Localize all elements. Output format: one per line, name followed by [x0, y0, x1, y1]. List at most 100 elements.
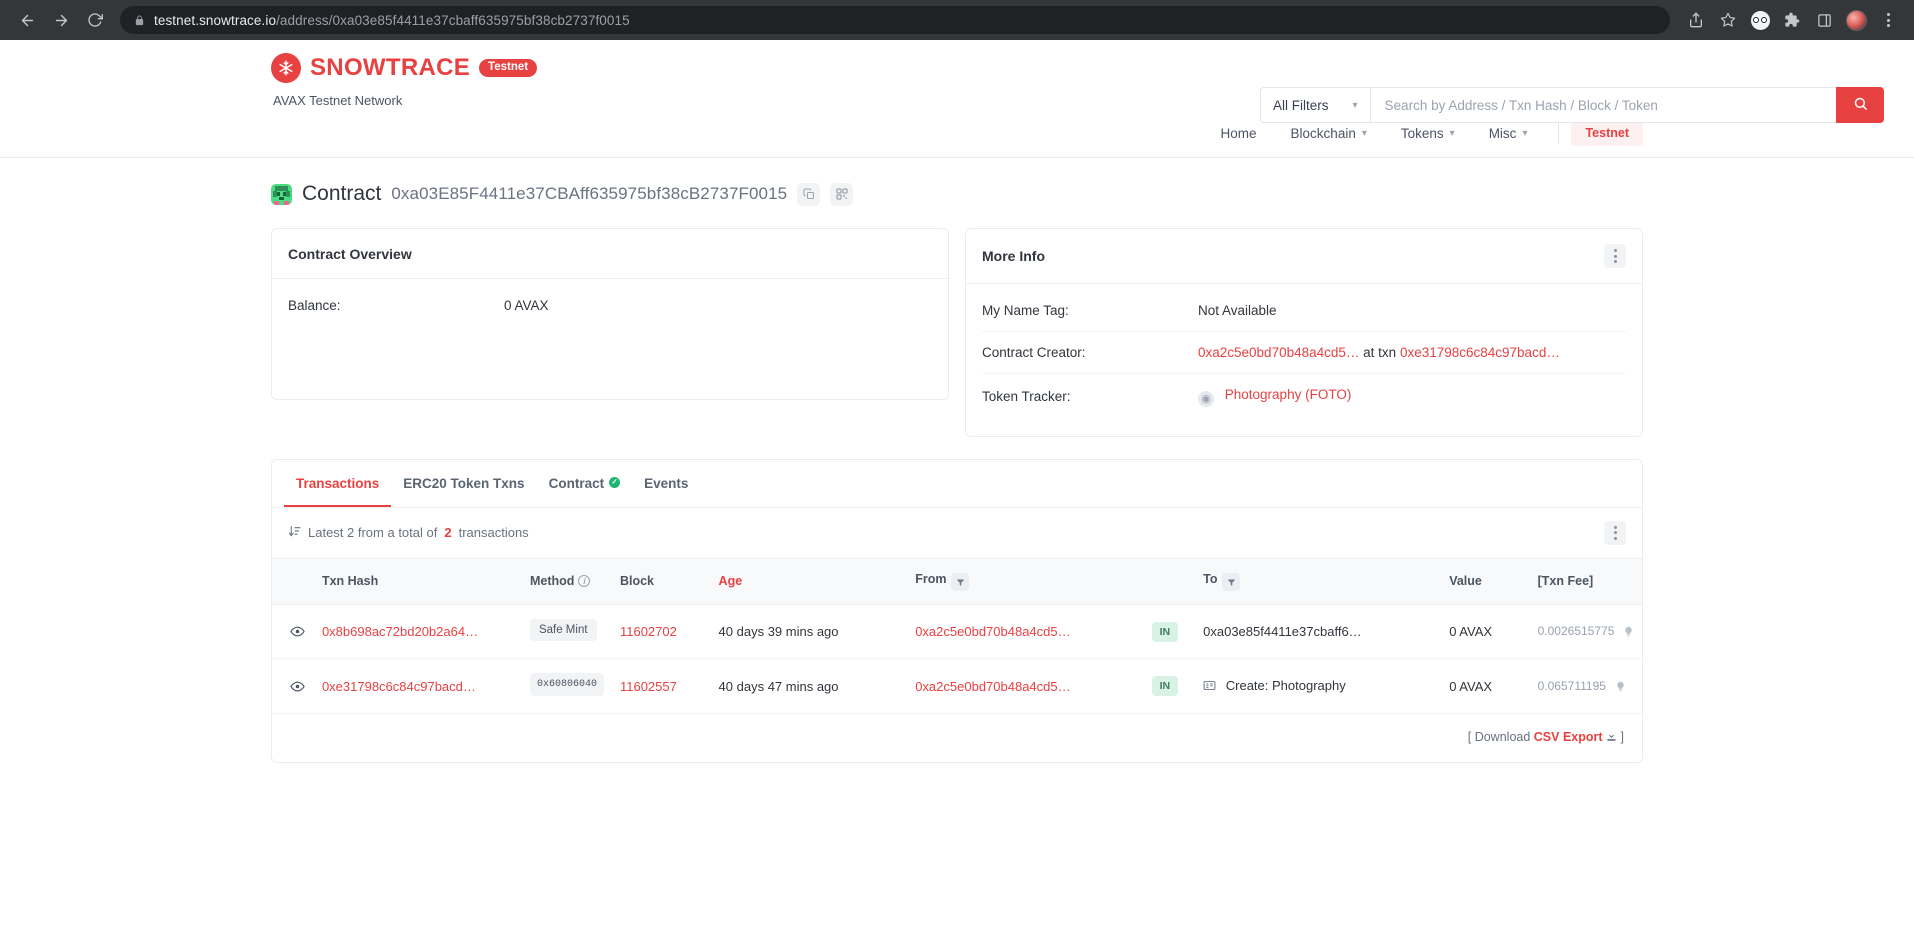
browser-menu-icon[interactable]	[1874, 6, 1902, 34]
profile-avatar-icon[interactable]	[1842, 6, 1870, 34]
eye-icon[interactable]	[290, 679, 306, 694]
sort-descending-icon[interactable]	[288, 525, 301, 541]
table-row[interactable]: 0xe31798c6c84c97bacd… 0x60806040 1160255…	[272, 658, 1642, 714]
token-tracker-value: ◉ Photography (FOTO)	[1198, 387, 1351, 407]
token-tracker-link[interactable]: Photography (FOTO)	[1225, 387, 1352, 402]
contract-creator-row: Contract Creator: 0xa2c5e0bd70b48a4cd5… …	[982, 331, 1626, 373]
brand-logo[interactable]: SNOWTRACE Testnet	[271, 53, 538, 83]
address-bar[interactable]: testnet.snowtrace.io/address/0xa03e85f44…	[120, 6, 1670, 34]
filter-icon[interactable]	[951, 573, 970, 591]
nav-divider	[1558, 122, 1560, 144]
lock-icon	[134, 14, 145, 26]
from-address-link[interactable]: 0xa2c5e0bd70b48a4cd5…	[915, 624, 1070, 639]
brand-name: SNOWTRACE	[310, 54, 471, 81]
search-bar: All Filters ▾	[1260, 87, 1884, 123]
more-options-icon[interactable]	[1604, 244, 1626, 268]
creator-txn-link[interactable]: 0xe31798c6c84c97bacd…	[1400, 345, 1560, 360]
token-tracker-label: Token Tracker:	[982, 389, 1071, 405]
block-link[interactable]: 11602702	[620, 624, 677, 639]
back-arrow-icon[interactable]	[12, 5, 42, 35]
search-icon	[1853, 96, 1868, 114]
balance-value: 0 AVAX	[504, 298, 549, 313]
col-txn-hash[interactable]: Txn Hash	[313, 557, 522, 605]
verified-check-icon: ✓	[609, 476, 621, 488]
col-method-label: Method	[529, 574, 575, 589]
contract-creator-label: Contract Creator:	[982, 345, 1086, 360]
col-to[interactable]: To	[1195, 557, 1442, 605]
nav-item-home[interactable]: Home	[1204, 121, 1274, 146]
row-block: 11602702	[611, 604, 711, 659]
gas-bulb-icon	[1615, 680, 1626, 695]
csv-export-link[interactable]: CSV Export	[1534, 730, 1603, 744]
col-value[interactable]: Value	[1441, 557, 1530, 605]
col-block[interactable]: Block	[611, 557, 711, 605]
eye-icon[interactable]	[290, 624, 306, 639]
balance-label: Balance:	[288, 298, 341, 313]
contract-creator-value: 0xa2c5e0bd70b48a4cd5… at txn 0xe31798c6c…	[1198, 345, 1560, 360]
table-row[interactable]: 0x8b698ac72bd20b2a64… Safe Mint 11602702…	[272, 604, 1642, 659]
method-badge: Safe Mint	[529, 619, 597, 641]
gas-bulb-icon	[1623, 625, 1634, 640]
row-to: 0xa03e85f4411e37cbaff6…	[1195, 604, 1442, 659]
row-value: 0 AVAX	[1441, 604, 1530, 659]
tab-erc20-token-txns[interactable]: ERC20 Token Txns	[391, 460, 536, 507]
search-button[interactable]	[1836, 87, 1884, 123]
token-logo-icon: ◉	[1198, 390, 1214, 407]
contract-create-icon	[1203, 680, 1220, 695]
chevron-down-icon: ▾	[1352, 99, 1358, 111]
info-icon[interactable]: i	[578, 575, 591, 588]
url-path: /address/0xa03e85f4411e37cbaff635975bf38…	[276, 12, 630, 28]
nav-label: Home	[1220, 125, 1257, 141]
more-options-icon[interactable]	[1604, 520, 1626, 545]
qr-code-icon[interactable]	[830, 182, 854, 206]
tab-label: Contract	[548, 475, 605, 491]
avatar	[1845, 9, 1867, 31]
token-tracker-row: Token Tracker: ◉ Photography (FOTO)	[982, 373, 1626, 420]
row-txn-hash: 0xe31798c6c84c97bacd…	[313, 658, 522, 714]
tab-events[interactable]: Events	[632, 460, 700, 507]
forward-arrow-icon[interactable]	[46, 5, 76, 35]
page-content: Contract 0xa03E85F4411e37CBAff635975bf38…	[0, 158, 1914, 763]
puzzle-piece-icon[interactable]	[1778, 6, 1806, 34]
bookmark-star-icon[interactable]	[1714, 6, 1742, 34]
table-header: Txn Hash Method i Block Age From To Valu…	[272, 557, 1642, 605]
contract-overview-body: Balance: 0 AVAX	[272, 279, 948, 399]
tab-label: ERC20 Token Txns	[403, 475, 525, 491]
col-age[interactable]: Age	[710, 557, 908, 605]
network-switch-button[interactable]: Testnet	[1571, 120, 1643, 146]
name-tag-value: Not Available	[1198, 303, 1277, 318]
more-info-body: My Name Tag: Not Available Contract Crea…	[966, 284, 1642, 436]
browser-toolbar: testnet.snowtrace.io/address/0xa03e85f44…	[0, 0, 1914, 40]
url-text: testnet.snowtrace.io/address/0xa03e85f44…	[154, 13, 630, 28]
all-filters-dropdown[interactable]: All Filters ▾	[1260, 87, 1370, 123]
col-from[interactable]: From	[907, 557, 1144, 605]
fee-amount: 0.065711195	[1537, 678, 1606, 693]
search-input[interactable]	[1369, 87, 1836, 123]
txn-hash-link[interactable]: 0x8b698ac72bd20b2a64…	[322, 624, 478, 639]
nav-item-misc[interactable]: Misc ▾	[1472, 121, 1545, 146]
nav-item-tokens[interactable]: Tokens ▾	[1384, 121, 1472, 146]
col-method[interactable]: Method i	[521, 557, 612, 605]
from-address-link[interactable]: 0xa2c5e0bd70b48a4cd5…	[915, 679, 1070, 694]
filter-icon[interactable]	[1222, 573, 1241, 591]
creator-address-link[interactable]: 0xa2c5e0bd70b48a4cd5…	[1198, 345, 1359, 360]
share-icon[interactable]	[1682, 6, 1710, 34]
nav-label: Blockchain	[1290, 125, 1356, 141]
row-txn-hash: 0x8b698ac72bd20b2a64…	[313, 604, 522, 659]
balance-row: Balance: 0 AVAX	[288, 285, 932, 326]
col-txn-fee[interactable]: [Txn Fee]	[1529, 557, 1642, 605]
txn-hash-link[interactable]: 0xe31798c6c84c97bacd…	[322, 679, 476, 694]
chevron-down-icon: ▾	[1449, 127, 1455, 139]
reload-icon[interactable]	[80, 5, 110, 35]
nav-item-blockchain[interactable]: Blockchain ▾	[1274, 121, 1384, 146]
side-panel-icon[interactable]	[1810, 6, 1838, 34]
bracket-close: ]	[1620, 730, 1624, 744]
tab-transactions[interactable]: Transactions	[284, 460, 392, 507]
bracket-open: [	[1467, 730, 1472, 744]
copy-icon[interactable]	[797, 182, 821, 206]
tab-contract[interactable]: Contract ✓	[537, 460, 633, 507]
extension-icon[interactable]	[1746, 6, 1774, 34]
direction-badge: IN	[1151, 676, 1179, 696]
block-link[interactable]: 11602557	[620, 679, 677, 694]
download-icon[interactable]	[1606, 730, 1620, 744]
